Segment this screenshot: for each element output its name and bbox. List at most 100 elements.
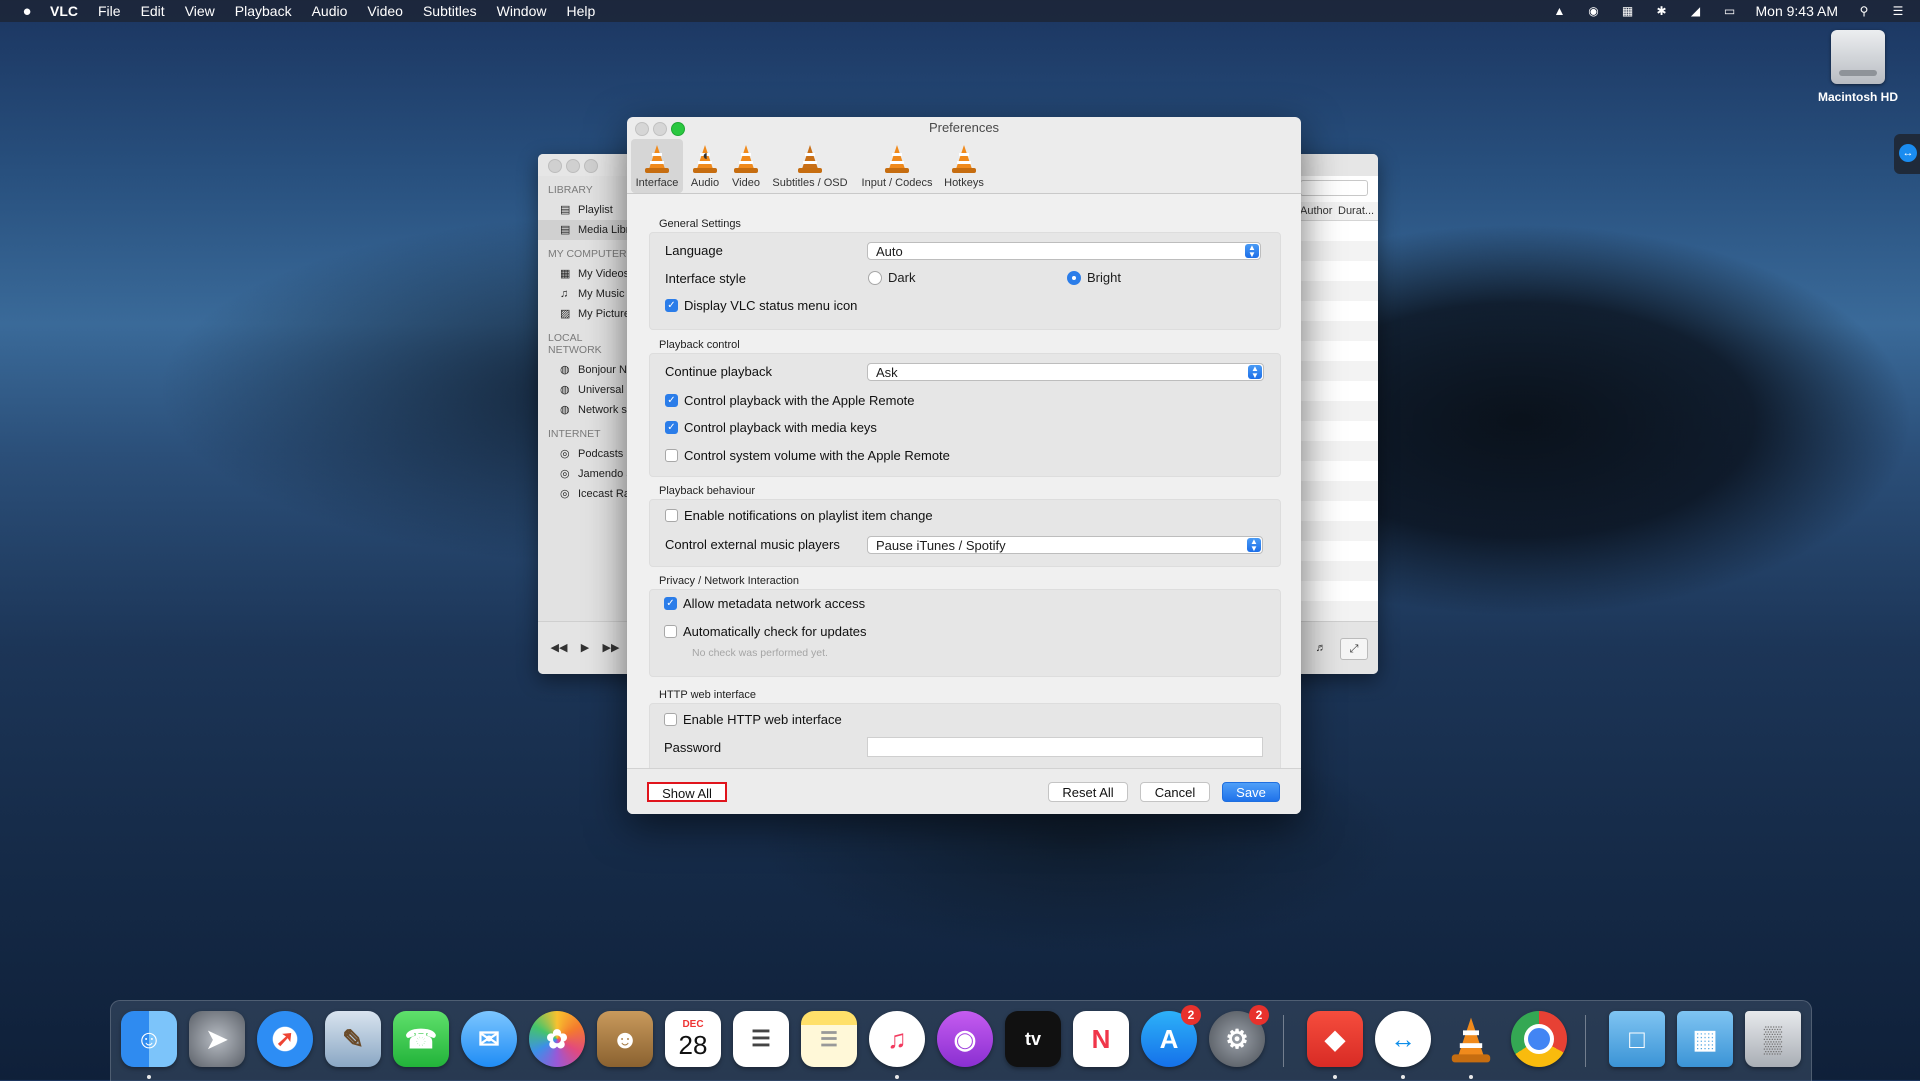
- menu-clock[interactable]: Mon 9:43 AM: [1756, 3, 1839, 19]
- app-store-icon[interactable]: A2: [1141, 1005, 1201, 1067]
- menu-video[interactable]: Video: [367, 3, 403, 19]
- media-keys-checkbox[interactable]: ✓ Control playback with media keys: [665, 420, 877, 435]
- vlc-status-icon[interactable]: ▲: [1552, 4, 1568, 18]
- sidebar-item-podcasts[interactable]: ◎ Podcasts: [538, 444, 628, 464]
- audio-headphones-icon: ◖: [691, 143, 719, 175]
- downloads-folder-icon[interactable]: ▦: [1677, 1011, 1733, 1067]
- reminders-icon[interactable]: ☰: [733, 1011, 789, 1067]
- music-note-icon: ♫: [560, 288, 569, 300]
- mail-stamp-icon[interactable]: ✎: [325, 1011, 381, 1067]
- chrome-icon[interactable]: [1511, 1011, 1567, 1067]
- rewind-icon[interactable]: ◀◀: [546, 638, 572, 658]
- menu-subtitles[interactable]: Subtitles: [423, 3, 477, 19]
- menu-help[interactable]: Help: [566, 3, 595, 19]
- library-search-input[interactable]: [1300, 180, 1368, 196]
- trash-icon[interactable]: ▒: [1745, 1011, 1801, 1067]
- podcasts-icon[interactable]: ◉: [937, 1011, 993, 1067]
- system-preferences-gear-icon[interactable]: ⚙ 2: [1209, 1005, 1269, 1067]
- music-icon[interactable]: ♫: [869, 1011, 925, 1067]
- close-button[interactable]: [635, 122, 649, 136]
- password-field[interactable]: [867, 737, 1263, 757]
- menu-file[interactable]: File: [98, 3, 121, 19]
- menu-window[interactable]: Window: [497, 3, 547, 19]
- check-updates-checkbox[interactable]: Automatically check for updates: [664, 624, 867, 639]
- column-author[interactable]: Author: [1300, 205, 1332, 217]
- library-minimize-button[interactable]: [566, 159, 580, 173]
- photos-icon[interactable]: ✿: [529, 1011, 585, 1067]
- cancel-button[interactable]: Cancel: [1140, 782, 1210, 802]
- documents-folder-icon[interactable]: □: [1609, 1011, 1665, 1067]
- news-icon[interactable]: N: [1073, 1011, 1129, 1067]
- sidebar-item-upnp[interactable]: ◍Universal Plug'n'Play: [538, 380, 628, 400]
- sidebar-item-icecast[interactable]: ◎Icecast Radio Directory: [538, 484, 628, 504]
- notes-icon[interactable]: ☰: [801, 1011, 857, 1067]
- library-zoom-button[interactable]: [584, 159, 598, 173]
- continue-playback-popup[interactable]: Ask ▲ ▼: [867, 363, 1264, 381]
- menu-app-vlc[interactable]: VLC: [50, 3, 78, 19]
- reset-all-button[interactable]: Reset All: [1048, 782, 1128, 802]
- style-dark-radio[interactable]: Dark: [868, 270, 915, 285]
- style-bright-radio[interactable]: Bright: [1067, 270, 1121, 285]
- save-button[interactable]: Save: [1222, 782, 1280, 802]
- enable-http-checkbox[interactable]: Enable HTTP web interface: [664, 712, 842, 727]
- wifi-icon[interactable]: ◢: [1688, 4, 1704, 18]
- airplay-display-icon[interactable]: ▭: [1722, 4, 1738, 18]
- tab-interface[interactable]: Interface: [631, 139, 683, 193]
- apple-tv-icon[interactable]: tv: [1005, 1011, 1061, 1067]
- vlc-dock-icon[interactable]: [1443, 1011, 1499, 1067]
- teamviewer-side-panel[interactable]: ↔: [1894, 134, 1920, 174]
- apple-remote-checkbox[interactable]: ✓ Control playback with the Apple Remote: [665, 393, 915, 408]
- sidebar-item-bonjour[interactable]: ◍Bonjour Network Discovery: [538, 360, 628, 380]
- tab-hotkeys[interactable]: Hotkeys: [941, 139, 987, 193]
- spotlight-search-icon[interactable]: ⚲: [1856, 4, 1872, 18]
- section-playback-behaviour: Playback behaviour: [659, 485, 756, 497]
- teamviewer-icon[interactable]: ↔: [1375, 1011, 1431, 1067]
- desktop-macintosh-hd[interactable]: Macintosh HD: [1808, 30, 1908, 104]
- sidebar-item-my-music[interactable]: ♫ My Music: [538, 284, 628, 304]
- sidebar-item-my-videos[interactable]: ▦ My Videos: [538, 264, 628, 284]
- anydesk-icon[interactable]: ◆: [1307, 1011, 1363, 1067]
- library-close-button[interactable]: [548, 159, 562, 173]
- menu-edit[interactable]: Edit: [141, 3, 165, 19]
- notification-center-icon[interactable]: ☰: [1890, 4, 1906, 18]
- contacts-icon[interactable]: ☻: [597, 1011, 653, 1067]
- tab-video[interactable]: Video: [727, 139, 765, 193]
- system-volume-checkbox[interactable]: Control system volume with the Apple Rem…: [665, 448, 950, 463]
- zoom-button[interactable]: [671, 122, 685, 136]
- fast-forward-icon[interactable]: ▶▶: [598, 638, 624, 658]
- bluetooth-icon[interactable]: ✱: [1654, 4, 1670, 18]
- sidebar-item-my-pictures[interactable]: ▨My Pictures: [538, 304, 628, 324]
- input-source-flag-icon[interactable]: ▦: [1620, 4, 1636, 18]
- messages-icon[interactable]: ✉: [461, 1011, 517, 1067]
- sidebar-item-network-streams[interactable]: ◍Network streams (SAP): [538, 400, 628, 420]
- column-duration[interactable]: Durat...: [1338, 205, 1374, 217]
- menu-playback[interactable]: Playback: [235, 3, 292, 19]
- volume-icon[interactable]: ♬: [1308, 638, 1334, 658]
- launchpad-icon[interactable]: ➤: [189, 1011, 245, 1067]
- sidebar-item-jamendo[interactable]: ◎Jamendo Selections: [538, 464, 628, 484]
- sidebar-item-media-library[interactable]: ▤Media Library: [538, 220, 628, 240]
- chevron-updown-icon: ▲ ▼: [1245, 244, 1259, 259]
- tab-input-codecs[interactable]: Input / Codecs: [855, 139, 939, 193]
- external-players-popup[interactable]: Pause iTunes / Spotify ▲ ▼: [867, 536, 1263, 554]
- language-popup[interactable]: Auto ▲ ▼: [867, 242, 1261, 260]
- show-all-button[interactable]: Show All: [647, 782, 727, 802]
- metadata-access-checkbox[interactable]: ✓ Allow metadata network access: [664, 596, 865, 611]
- display-status-icon-checkbox[interactable]: ✓ Display VLC status menu icon: [665, 298, 857, 313]
- menu-audio[interactable]: Audio: [312, 3, 348, 19]
- notifications-checkbox[interactable]: Enable notifications on playlist item ch…: [665, 508, 933, 523]
- teamviewer-tray-icon[interactable]: ◉: [1586, 4, 1602, 18]
- tab-audio[interactable]: ◖ Audio: [685, 139, 725, 193]
- safari-icon[interactable]: ➚: [257, 1011, 313, 1067]
- play-icon[interactable]: ▶: [572, 638, 598, 658]
- facetime-icon[interactable]: ☎: [393, 1011, 449, 1067]
- apple-menu-icon[interactable]: ●: [18, 3, 36, 20]
- calendar-icon[interactable]: DEC 28: [665, 1011, 721, 1067]
- tab-subtitles-osd[interactable]: Subtitles / OSD: [767, 139, 853, 193]
- sidebar-item-playlist[interactable]: ▤ Playlist: [538, 200, 628, 220]
- preferences-content: General Settings Language Auto ▲ ▼ Interfa…: [627, 194, 1301, 768]
- minimize-button[interactable]: [653, 122, 667, 136]
- fullscreen-icon[interactable]: ⤢: [1340, 638, 1368, 660]
- finder-icon[interactable]: ☺: [121, 1011, 177, 1067]
- menu-view[interactable]: View: [185, 3, 215, 19]
